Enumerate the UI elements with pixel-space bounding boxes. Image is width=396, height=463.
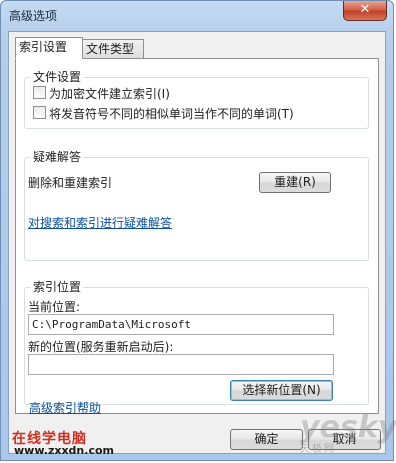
encrypted-files-checkbox[interactable]	[33, 86, 46, 99]
diacritics-checkbox[interactable]	[33, 106, 46, 119]
index-settings-panel: 文件设置 为加密文件建立索引(I) 将发音符号不同的相似单词当作不同的单词(T)…	[15, 58, 379, 414]
troubleshoot-link[interactable]: 对搜索和索引进行疑难解答	[28, 214, 172, 231]
troubleshooting-group: 疑难解答 删除和重建索引 重建(R) 对搜索和索引进行疑难解答	[24, 148, 369, 261]
tab-file-types[interactable]: 文件类型	[82, 39, 144, 59]
diacritics-label: 将发音符号不同的相似单词当作不同的单词(T)	[49, 107, 294, 121]
dialog-body: 索引设置 文件类型 文件设置 为加密文件建立索引(I) 将发音符号不同的相似单词…	[8, 31, 386, 454]
rebuild-button[interactable]: 重建(R)	[259, 172, 331, 193]
window-title: 高级选项	[9, 9, 58, 23]
index-location-title: 索引位置	[31, 278, 84, 295]
encrypted-files-option[interactable]: 为加密文件建立索引(I)	[33, 86, 170, 102]
close-button[interactable]: ✕	[343, 1, 387, 21]
rebuild-index-text: 删除和重建索引	[28, 176, 113, 190]
select-new-location-button[interactable]: 选择新位置(N)	[230, 380, 333, 401]
troubleshooting-title: 疑难解答	[31, 148, 84, 165]
file-settings-group: 文件设置 为加密文件建立索引(I) 将发音符号不同的相似单词当作不同的单词(T)	[24, 68, 369, 129]
index-location-group: 索引位置 当前位置: C:\ProgramData\Microsoft 新的位置…	[24, 278, 369, 405]
diacritics-option[interactable]: 将发音符号不同的相似单词当作不同的单词(T)	[33, 106, 294, 122]
current-location-field[interactable]: C:\ProgramData\Microsoft	[28, 314, 334, 335]
encrypted-files-label: 为加密文件建立索引(I)	[49, 87, 170, 101]
tab-index-settings[interactable]: 索引设置	[15, 37, 83, 59]
ok-button[interactable]: 确定	[230, 429, 303, 450]
new-location-label: 新的位置(服务重新启动后):	[28, 340, 174, 354]
advanced-options-window: 高级选项 ✕ 索引设置 文件类型 文件设置 为加密文件建立索引(I) 将发音符号…	[0, 0, 394, 461]
file-settings-title: 文件设置	[31, 68, 84, 85]
close-icon: ✕	[359, 2, 371, 17]
title-bar[interactable]: 高级选项 ✕	[1, 1, 393, 29]
new-location-field[interactable]	[28, 354, 334, 375]
advanced-index-help-link[interactable]: 高级索引帮助	[29, 399, 101, 416]
yesky-watermark-sub: 天极网	[300, 444, 336, 455]
current-location-label: 当前位置:	[28, 300, 81, 314]
site-watermark-url: www.zxxdn.com	[14, 444, 114, 457]
